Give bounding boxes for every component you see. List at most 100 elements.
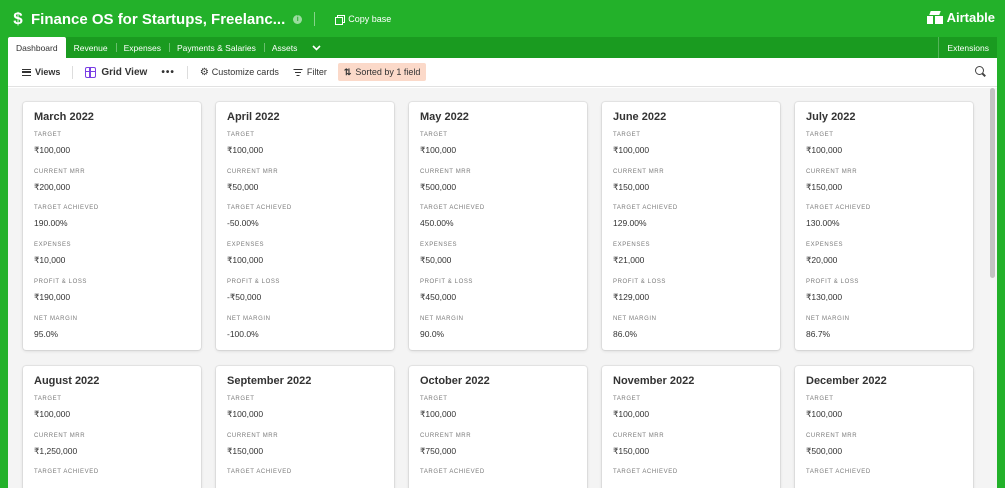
- tab-dashboard[interactable]: Dashboard: [8, 37, 66, 58]
- card-field: CURRENT MRR ₹500,000: [806, 432, 965, 457]
- tab-expenses[interactable]: Expenses: [115, 37, 169, 58]
- card-field: TARGET ACHIEVED: [806, 468, 965, 477]
- record-card[interactable]: July 2022 TARGET ₹100,000 CURRENT MRR ₹150,0…: [795, 102, 973, 350]
- field-value: 86.0%: [613, 328, 638, 339]
- field-label: PROFIT & LOSS: [420, 278, 474, 285]
- card-field: TARGET ACHIEVED: [34, 468, 193, 477]
- field-value: ₹100,000: [613, 145, 650, 155]
- field-label: PROFIT & LOSS: [613, 278, 667, 285]
- table-tab-bar: Dashboard Revenue Expenses Payments & Sa…: [8, 37, 997, 58]
- field-label: TARGET: [227, 132, 255, 138]
- dollar-icon: $: [13, 9, 23, 28]
- card-field: PROFIT & LOSS ₹190,000: [34, 278, 193, 303]
- card-field: PROFIT & LOSS ₹129,000: [613, 278, 772, 303]
- card-field: TARGET ACHIEVED 129.00%: [613, 204, 772, 228]
- card-title: August 2022: [34, 375, 100, 387]
- card-field: NET MARGIN -100.0%: [227, 315, 386, 339]
- field-label: CURRENT MRR: [613, 432, 665, 439]
- card-field: NET MARGIN 95.0%: [34, 315, 193, 339]
- base-title[interactable]: Finance OS for Startups, Freelanc...: [31, 11, 285, 28]
- field-value: ₹50,000: [227, 181, 259, 192]
- record-card[interactable]: April 2022 TARGET ₹100,000 CURRENT MRR ₹50,0…: [216, 102, 394, 350]
- field-value: ₹20,000: [806, 255, 838, 266]
- field-value: 130.00%: [806, 218, 840, 229]
- field-value: ₹100,000: [806, 145, 843, 155]
- card-field: CURRENT MRR ₹150,000: [613, 432, 772, 457]
- field-value: ₹10,000: [34, 255, 66, 266]
- field-value: ₹21,000: [613, 255, 645, 266]
- more-options-button[interactable]: •••: [161, 67, 175, 78]
- copy-base-label: Copy base: [348, 14, 392, 24]
- field-label: EXPENSES: [420, 242, 458, 249]
- filter-button[interactable]: Filter: [293, 67, 327, 77]
- record-card[interactable]: May 2022 TARGET ₹100,000 CURRENT MRR ₹500,00…: [409, 102, 587, 350]
- copy-base-button[interactable]: Copy base: [335, 14, 392, 25]
- brand-name: Airtable: [946, 10, 995, 25]
- field-value: ₹450,000: [420, 291, 457, 302]
- customize-cards-label: Customize cards: [211, 67, 279, 77]
- tab-revenue[interactable]: Revenue: [66, 37, 116, 58]
- chevron-down-icon[interactable]: [305, 37, 327, 58]
- views-button[interactable]: Views: [22, 67, 60, 77]
- field-value: 129.00%: [613, 218, 647, 229]
- view-switcher[interactable]: Grid View: [85, 66, 147, 78]
- extensions-button[interactable]: Extensions: [938, 37, 997, 58]
- field-value: ₹100,000: [227, 409, 264, 419]
- card-title: December 2022: [806, 375, 887, 387]
- field-label: NET MARGIN: [227, 315, 271, 322]
- field-label: NET MARGIN: [34, 315, 78, 322]
- card-title: June 2022: [613, 111, 667, 123]
- field-value: 86.7%: [806, 328, 831, 339]
- card-field: TARGET ₹100,000: [420, 395, 579, 420]
- record-card[interactable]: December 2022 TARGET ₹100,000 CURRENT MRR ₹5…: [795, 366, 973, 488]
- record-card[interactable]: June 2022 TARGET ₹100,000 CURRENT MRR ₹150,0…: [602, 102, 780, 350]
- card-field: TARGET ₹100,000: [613, 131, 772, 156]
- card-field: CURRENT MRR ₹150,000: [806, 168, 965, 193]
- field-value: ₹100,000: [420, 409, 457, 419]
- tab-assets[interactable]: Assets: [263, 37, 306, 58]
- airtable-logo[interactable]: Airtable: [926, 10, 995, 25]
- record-card[interactable]: September 2022 TARGET ₹100,000 CURRENT MRR ₹…: [216, 366, 394, 488]
- sort-button[interactable]: ⇅ Sorted by 1 field: [337, 63, 427, 81]
- customize-cards-button[interactable]: ⚙ Customize cards: [200, 67, 279, 78]
- field-value: ₹500,000: [420, 181, 457, 192]
- field-label: TARGET: [420, 132, 448, 138]
- card-title: July 2022: [806, 111, 856, 123]
- views-label: Views: [35, 67, 61, 77]
- record-card[interactable]: August 2022 TARGET ₹100,000 CURRENT MRR ₹1,2…: [23, 366, 201, 488]
- record-card[interactable]: November 2022 TARGET ₹100,000 CURRENT MRR ₹1…: [602, 366, 780, 488]
- field-value: ₹100,000: [227, 255, 264, 266]
- field-value: ₹129,000: [613, 291, 650, 302]
- field-label: CURRENT MRR: [613, 168, 665, 175]
- info-icon[interactable]: i: [293, 14, 303, 24]
- tab-payments-salaries[interactable]: Payments & Salaries: [168, 37, 264, 58]
- card-title: March 2022: [34, 111, 94, 123]
- record-card[interactable]: October 2022 TARGET ₹100,000 CURRENT MRR ₹75…: [409, 366, 587, 488]
- main-content: Views Grid View ••• ⚙ Customize cards Fi…: [8, 58, 997, 488]
- divider: [186, 65, 188, 79]
- field-label: TARGET ACHIEVED: [227, 205, 292, 212]
- card-field: TARGET ACHIEVED 190.00%: [34, 204, 193, 228]
- field-label: CURRENT MRR: [34, 432, 86, 439]
- grid-view-icon: [85, 66, 97, 78]
- card-field: PROFIT & LOSS ₹450,000: [420, 278, 579, 303]
- field-label: TARGET: [806, 396, 834, 402]
- field-label: EXPENSES: [613, 242, 651, 249]
- copy-icon: [335, 14, 346, 25]
- card-field: TARGET ACHIEVED: [613, 468, 772, 477]
- record-card[interactable]: March 2022 TARGET ₹100,000 CURRENT MRR ₹200,…: [23, 102, 201, 350]
- scrollbar-thumb[interactable]: [990, 88, 995, 278]
- card-field: PROFIT & LOSS ₹130,000: [806, 278, 965, 303]
- card-field: CURRENT MRR ₹150,000: [613, 168, 772, 193]
- field-value: 90.0%: [420, 328, 445, 339]
- card-field: TARGET ₹100,000: [227, 131, 386, 156]
- scrollbar[interactable]: [988, 88, 997, 488]
- card-field: CURRENT MRR ₹500,000: [420, 168, 579, 193]
- gear-icon: ⚙: [199, 66, 209, 78]
- field-label: EXPENSES: [227, 242, 265, 249]
- card-field: NET MARGIN 86.7%: [806, 315, 965, 339]
- field-value: -50.00%: [227, 218, 259, 229]
- card-field: CURRENT MRR ₹1,250,000: [34, 432, 193, 457]
- search-icon[interactable]: [975, 66, 987, 78]
- card-title: November 2022: [613, 375, 695, 387]
